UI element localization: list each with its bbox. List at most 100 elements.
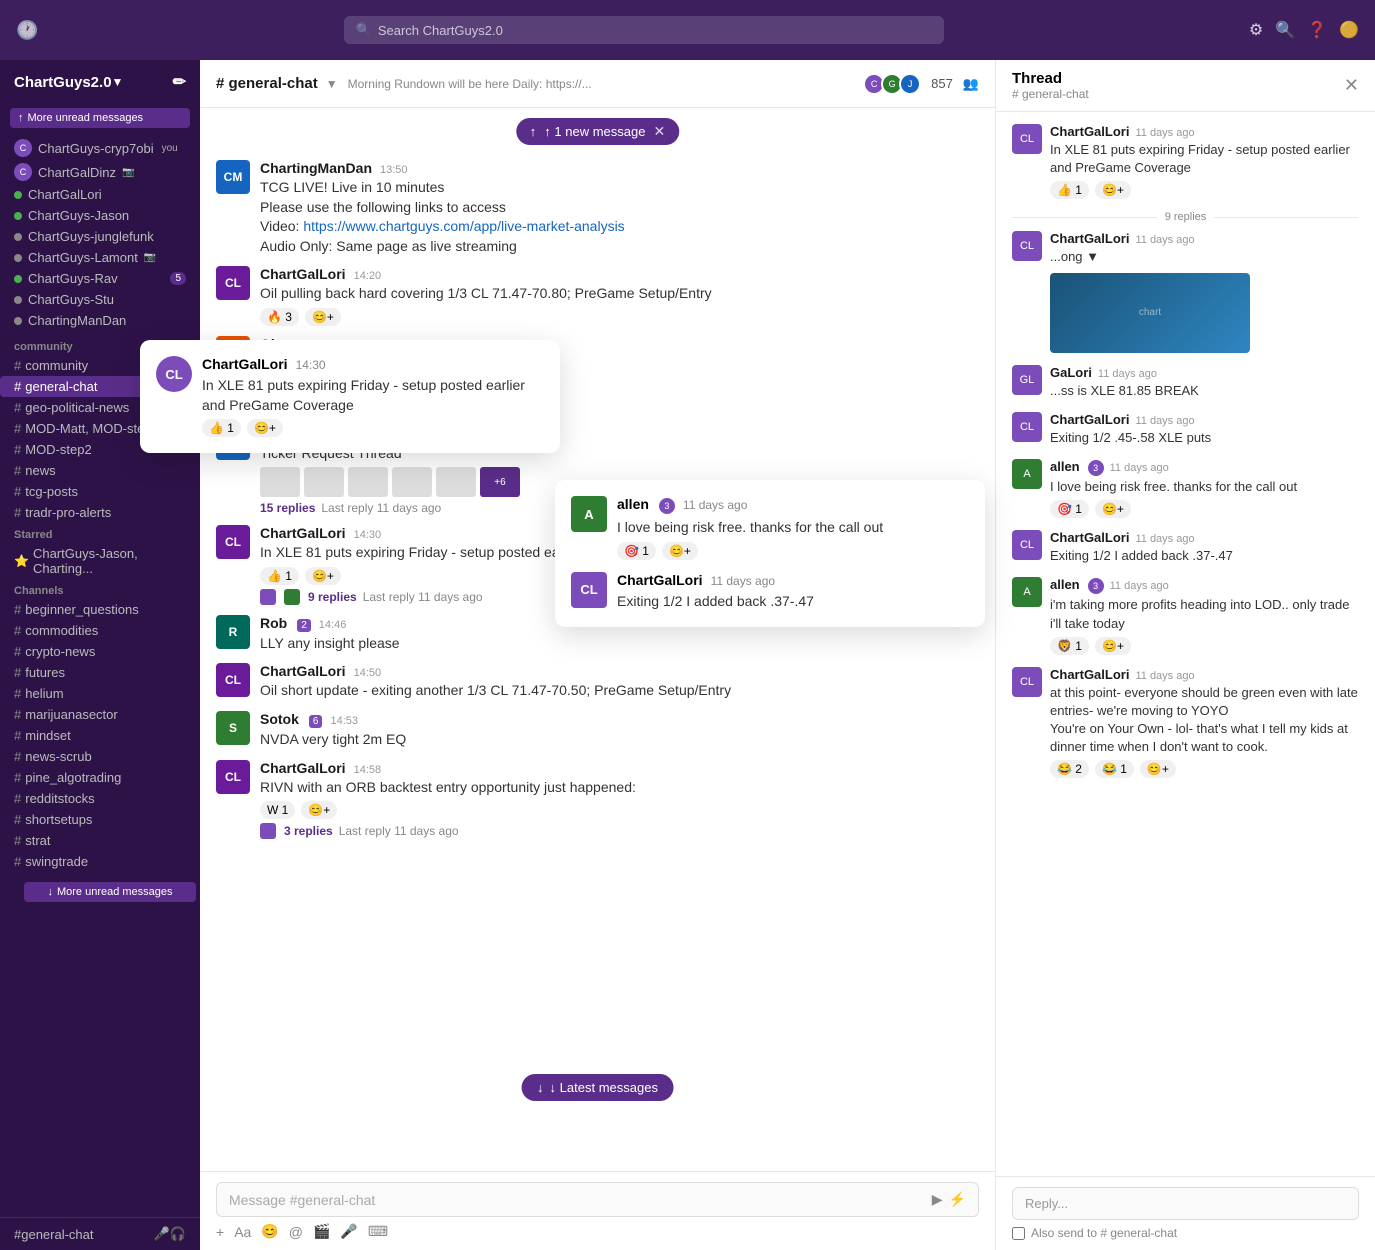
msg-avatar-4: CL bbox=[216, 525, 250, 559]
thread-reaction-target[interactable]: 🎯 1 bbox=[1050, 500, 1089, 518]
dm-item-6[interactable]: ChartGuys-Rav 5 bbox=[0, 268, 200, 289]
thread-reaction-laugh1[interactable]: 😂 2 bbox=[1050, 760, 1089, 778]
popover-2-reaction-target[interactable]: 🎯 1 bbox=[617, 542, 656, 560]
msg-author-5[interactable]: Rob bbox=[260, 615, 287, 631]
dm-item-5[interactable]: ChartGuys-Lamont 📷 bbox=[0, 247, 200, 268]
channel-news[interactable]: # news bbox=[0, 460, 200, 481]
close-banner-button[interactable]: ✕ bbox=[653, 123, 665, 140]
mic-input-icon[interactable]: 🎤 bbox=[340, 1223, 357, 1240]
msg-author-1[interactable]: ChartGalLori bbox=[260, 266, 346, 282]
thread-reaction-add-7[interactable]: 😊+ bbox=[1140, 760, 1176, 778]
send-icon[interactable]: ▶ bbox=[932, 1191, 943, 1208]
channel-commodities[interactable]: # commodities bbox=[0, 620, 200, 641]
thread-msg-text-1: ...ong ▼ bbox=[1050, 248, 1359, 266]
members-icon[interactable]: 👥 bbox=[963, 76, 979, 92]
search-icon-top[interactable]: 🔍 bbox=[1275, 20, 1295, 40]
more-unread-bottom-button[interactable]: ↓ More unread messages bbox=[24, 882, 196, 902]
hash-icon-mar: # bbox=[14, 707, 21, 722]
compose-icon[interactable]: ✏ bbox=[173, 72, 186, 92]
offline-indicator-8 bbox=[14, 317, 22, 325]
channel-news-scrub[interactable]: # news-scrub bbox=[0, 746, 200, 767]
dm-item-0[interactable]: C ChartGuys-cryp7obi you bbox=[0, 136, 200, 160]
reaction-fire[interactable]: 🔥 3 bbox=[260, 308, 299, 326]
thread-msg-author-3[interactable]: ChartGalLori bbox=[1050, 412, 1129, 427]
channel-marijuana[interactable]: # marijuanasector bbox=[0, 704, 200, 725]
channel-tradr-pro[interactable]: # tradr-pro-alerts bbox=[0, 502, 200, 523]
latest-messages-button[interactable]: ↓ ↓ Latest messages bbox=[521, 1074, 674, 1101]
thread-reply-box[interactable]: Reply... bbox=[1012, 1187, 1359, 1220]
thread-msg-author-1[interactable]: ChartGalLori bbox=[1050, 231, 1129, 246]
thread-msg-author-5[interactable]: ChartGalLori bbox=[1050, 530, 1129, 545]
thread-msg-author-2[interactable]: GaLori bbox=[1050, 365, 1092, 380]
thread-reaction-add[interactable]: 😊+ bbox=[1095, 181, 1131, 199]
channel-crypto[interactable]: # crypto-news bbox=[0, 641, 200, 662]
reaction-thumb-4[interactable]: 👍 1 bbox=[260, 567, 299, 585]
at-icon[interactable]: @ bbox=[289, 1224, 303, 1240]
channel-mindset[interactable]: # mindset bbox=[0, 725, 200, 746]
headphone-icon[interactable]: 🎧 bbox=[170, 1226, 186, 1242]
user-avatar-top[interactable]: 🟡 bbox=[1339, 20, 1359, 40]
msg-author-7[interactable]: Sotok bbox=[260, 711, 299, 727]
mic-icon[interactable]: 🎤 bbox=[154, 1226, 170, 1242]
workspace-name: ChartGuys2.0 bbox=[14, 74, 112, 91]
also-send-checkbox[interactable] bbox=[1012, 1227, 1025, 1240]
input-placeholder: Message #general-chat bbox=[229, 1192, 375, 1208]
filter-icon[interactable]: ⚙ bbox=[1249, 20, 1263, 40]
thread-reaction-add-4[interactable]: 😊+ bbox=[1095, 500, 1131, 518]
thread-msg-author-4[interactable]: allen bbox=[1050, 459, 1080, 474]
dm-item-4[interactable]: ChartGuys-junglefunk bbox=[0, 226, 200, 247]
channel-reddit[interactable]: # redditstocks bbox=[0, 788, 200, 809]
channel-beginner[interactable]: # beginner_questions bbox=[0, 599, 200, 620]
reaction-w-8[interactable]: W 1 bbox=[260, 801, 295, 819]
help-icon[interactable]: ❓ bbox=[1307, 20, 1327, 40]
chat-input-box[interactable]: Message #general-chat ▶ ⚡ bbox=[216, 1182, 979, 1217]
new-message-banner[interactable]: ↑ ↑ 1 new message ✕ bbox=[516, 118, 679, 145]
thread-msg-author-7[interactable]: ChartGalLori bbox=[1050, 667, 1129, 682]
thread-reaction-add-6[interactable]: 😊+ bbox=[1095, 637, 1131, 655]
chevron-channel-icon[interactable]: ▼ bbox=[326, 77, 338, 91]
thread-reaction-thumb[interactable]: 👍 1 bbox=[1050, 181, 1089, 199]
reply-info-8[interactable]: 3 replies Last reply 11 days ago bbox=[260, 823, 979, 839]
thread-close-button[interactable]: ✕ bbox=[1344, 75, 1359, 96]
emoji-icon[interactable]: 😊 bbox=[261, 1223, 278, 1240]
dm-item-2[interactable]: ChartGalLori bbox=[0, 184, 200, 205]
video-icon[interactable]: 🎬 bbox=[313, 1223, 330, 1240]
thread-reaction-laugh2[interactable]: 😂 1 bbox=[1095, 760, 1134, 778]
channel-pine[interactable]: # pine_algotrading bbox=[0, 767, 200, 788]
channel-futures[interactable]: # futures bbox=[0, 662, 200, 683]
dm-item-7[interactable]: ChartGuys-Stu bbox=[0, 289, 200, 310]
msg-time-0: 13:50 bbox=[380, 164, 408, 176]
reaction-add-8[interactable]: 😊+ bbox=[301, 801, 337, 819]
more-unread-top-button[interactable]: ↑ More unread messages bbox=[10, 108, 190, 128]
reaction-add-4[interactable]: 😊+ bbox=[305, 567, 341, 585]
msg-author-8[interactable]: ChartGalLori bbox=[260, 760, 346, 776]
text-format-icon[interactable]: Aa bbox=[234, 1224, 251, 1240]
popover-2-reaction-add[interactable]: 😊+ bbox=[662, 542, 698, 560]
popover-reaction-add[interactable]: 😊+ bbox=[247, 419, 283, 437]
starred-item[interactable]: ⭐ ChartGuys-Jason, Charting... bbox=[0, 543, 200, 579]
dm-item-3[interactable]: ChartGuys-Jason bbox=[0, 205, 200, 226]
thread-msg-author-0[interactable]: ChartGalLori bbox=[1050, 124, 1129, 139]
channel-helium[interactable]: # helium bbox=[0, 683, 200, 704]
msg-author-6[interactable]: ChartGalLori bbox=[260, 663, 346, 679]
channel-strat[interactable]: # strat bbox=[0, 830, 200, 851]
hash-icon-mind: # bbox=[14, 728, 21, 743]
thread-msg-text-0: In XLE 81 puts expiring Friday - setup p… bbox=[1050, 141, 1359, 177]
msg-author-0[interactable]: ChartingManDan bbox=[260, 160, 372, 176]
bolt-icon[interactable]: ⚡ bbox=[949, 1191, 966, 1208]
channel-tcg-posts[interactable]: # tcg-posts bbox=[0, 481, 200, 502]
reaction-add[interactable]: 😊+ bbox=[305, 308, 341, 326]
thread-msg-author-6[interactable]: allen bbox=[1050, 577, 1080, 592]
thread-reaction-lion[interactable]: 🦁 1 bbox=[1050, 637, 1089, 655]
plus-icon[interactable]: + bbox=[216, 1224, 224, 1240]
search-bar[interactable]: 🔍 Search ChartGuys2.0 bbox=[344, 16, 944, 44]
popover-reaction-thumb[interactable]: 👍 1 bbox=[202, 419, 241, 437]
channel-swing[interactable]: # swingtrade bbox=[0, 851, 200, 872]
workspace-header[interactable]: ChartGuys2.0 ▼ ✏ bbox=[0, 60, 200, 104]
video-link[interactable]: https://www.chartguys.com/app/live-marke… bbox=[303, 218, 624, 234]
shortcut-icon[interactable]: ⌨ bbox=[368, 1223, 388, 1240]
dm-item-8[interactable]: ChartingManDan bbox=[0, 310, 200, 331]
dm-item-1[interactable]: C ChartGalDinz 📷 bbox=[0, 160, 200, 184]
msg-author-4[interactable]: ChartGalLori bbox=[260, 525, 346, 541]
channel-short[interactable]: # shortsetups bbox=[0, 809, 200, 830]
